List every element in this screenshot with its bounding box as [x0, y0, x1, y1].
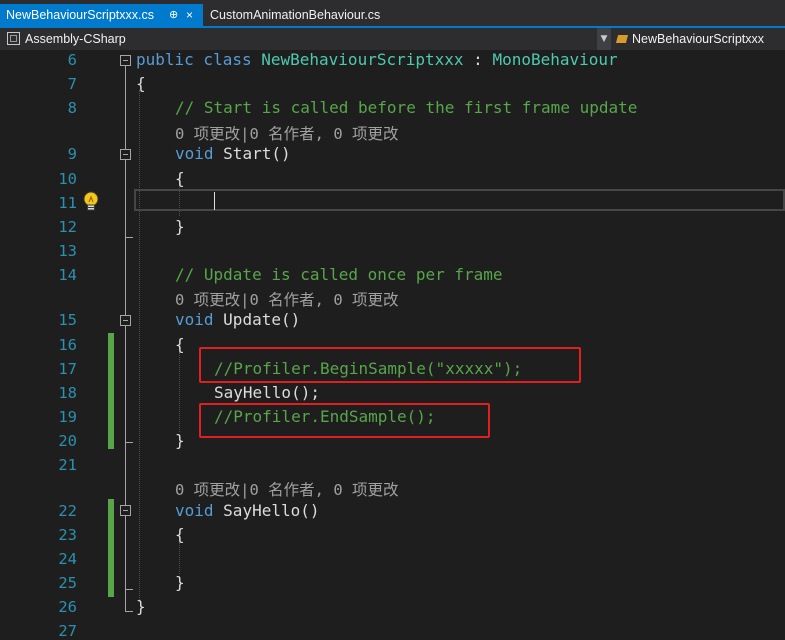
line-number: 12	[58, 218, 77, 236]
class-dropdown[interactable]: NewBehaviourScriptxxx	[615, 29, 764, 49]
project-dropdown[interactable]: Assembly-CSharp	[0, 29, 596, 49]
line-number: 13	[58, 242, 77, 260]
code-line[interactable]: {	[175, 525, 185, 544]
line-number: 23	[58, 526, 77, 544]
lightbulb-icon[interactable]	[82, 191, 100, 213]
current-line-highlight	[134, 189, 785, 211]
csharp-project-icon	[7, 32, 20, 45]
tab-bar: NewBehaviourScriptxxx.cs ⊕ × CustomAnima…	[0, 0, 785, 26]
indent-guide	[179, 542, 180, 574]
class-name: NewBehaviourScriptxxx	[261, 50, 464, 69]
fold-toggle[interactable]	[120, 149, 131, 160]
line-number: 24	[58, 550, 77, 568]
code-line[interactable]: {	[136, 74, 146, 93]
code-line-update-method[interactable]: void Update()	[175, 310, 300, 329]
line-number: 20	[58, 432, 77, 450]
code-line-class-declaration[interactable]: public class NewBehaviourScriptxxx : Mon…	[136, 50, 618, 69]
punctuation: :	[463, 50, 493, 69]
keyword: void	[175, 144, 224, 163]
tab-customanimationbehaviour[interactable]: CustomAnimationBehaviour.cs	[204, 4, 394, 26]
keyword: public class	[136, 50, 262, 69]
tab-newbehaviourscriptxxx[interactable]: NewBehaviourScriptxxx.cs ⊕ ×	[0, 4, 203, 26]
code-editor[interactable]: 6 7 8 9 10 11 12 13 14 15 16 17 18 19 20…	[0, 50, 785, 640]
code-comment[interactable]: // Update is called once per frame	[175, 265, 503, 284]
code-line[interactable]: }	[175, 431, 185, 450]
outline-end	[125, 611, 133, 612]
codelens-update[interactable]: 0 项更改|0 名作者, 0 项更改	[175, 288, 399, 310]
tab-label: CustomAnimationBehaviour.cs	[210, 8, 381, 22]
code-line-start-method[interactable]: void Start()	[175, 144, 291, 163]
outline-end	[125, 442, 133, 443]
line-number: 6	[67, 51, 77, 69]
line-number: 9	[67, 145, 77, 163]
project-name: Assembly-CSharp	[25, 32, 126, 46]
codelens-start[interactable]: 0 项更改|0 名作者, 0 项更改	[175, 122, 399, 144]
keyword: void	[175, 310, 224, 329]
line-number: 22	[58, 502, 77, 520]
text-caret	[214, 192, 215, 210]
code-line[interactable]: }	[136, 597, 146, 616]
tab-label: NewBehaviourScriptxxx.cs	[6, 8, 154, 22]
line-number: 10	[58, 170, 77, 188]
line-number: 25	[58, 574, 77, 592]
keyword: void	[175, 501, 224, 520]
code-line-sayhello-method[interactable]: void SayHello()	[175, 501, 320, 520]
method-signature: Start()	[223, 144, 291, 163]
line-number: 15	[58, 311, 77, 329]
line-number: 11	[58, 194, 77, 212]
change-marker	[108, 333, 114, 449]
outline-end	[125, 237, 133, 238]
line-number: 17	[58, 360, 77, 378]
class-icon	[615, 35, 629, 43]
method-signature: Update()	[223, 310, 301, 329]
indent-guide	[139, 90, 140, 602]
highlight-box-end-sample	[199, 403, 490, 438]
fold-toggle[interactable]	[120, 315, 131, 326]
line-number: 26	[58, 598, 77, 616]
codelens-sayhello[interactable]: 0 项更改|0 名作者, 0 项更改	[175, 478, 399, 500]
base-class: MonoBehaviour	[492, 50, 618, 69]
code-line[interactable]: {	[175, 169, 185, 188]
line-number: 7	[67, 75, 77, 93]
code-line-sayhello-call[interactable]: SayHello();	[214, 383, 320, 402]
line-number: 14	[58, 266, 77, 284]
code-line[interactable]: }	[175, 573, 185, 592]
fold-toggle[interactable]	[120, 505, 131, 516]
outline-end	[125, 589, 133, 590]
line-number: 21	[58, 456, 77, 474]
close-icon[interactable]: ×	[186, 4, 193, 26]
pin-icon[interactable]: ⊕	[169, 4, 178, 26]
line-number: 27	[58, 622, 77, 640]
chevron-down-icon[interactable]: ▼	[597, 28, 611, 50]
code-line[interactable]: }	[175, 217, 185, 236]
class-name: NewBehaviourScriptxxx	[632, 32, 764, 46]
highlight-box-begin-sample	[199, 347, 581, 383]
fold-toggle[interactable]	[120, 55, 131, 66]
change-marker	[108, 499, 114, 597]
outline-line	[125, 66, 126, 611]
method-signature: SayHello()	[223, 501, 320, 520]
line-number: 16	[58, 336, 77, 354]
line-number: 18	[58, 384, 77, 402]
line-number: 8	[67, 99, 77, 117]
indent-guide	[179, 352, 180, 432]
line-number: 19	[58, 408, 77, 426]
code-line[interactable]: {	[175, 335, 185, 354]
code-comment[interactable]: // Start is called before the first fram…	[175, 98, 637, 117]
